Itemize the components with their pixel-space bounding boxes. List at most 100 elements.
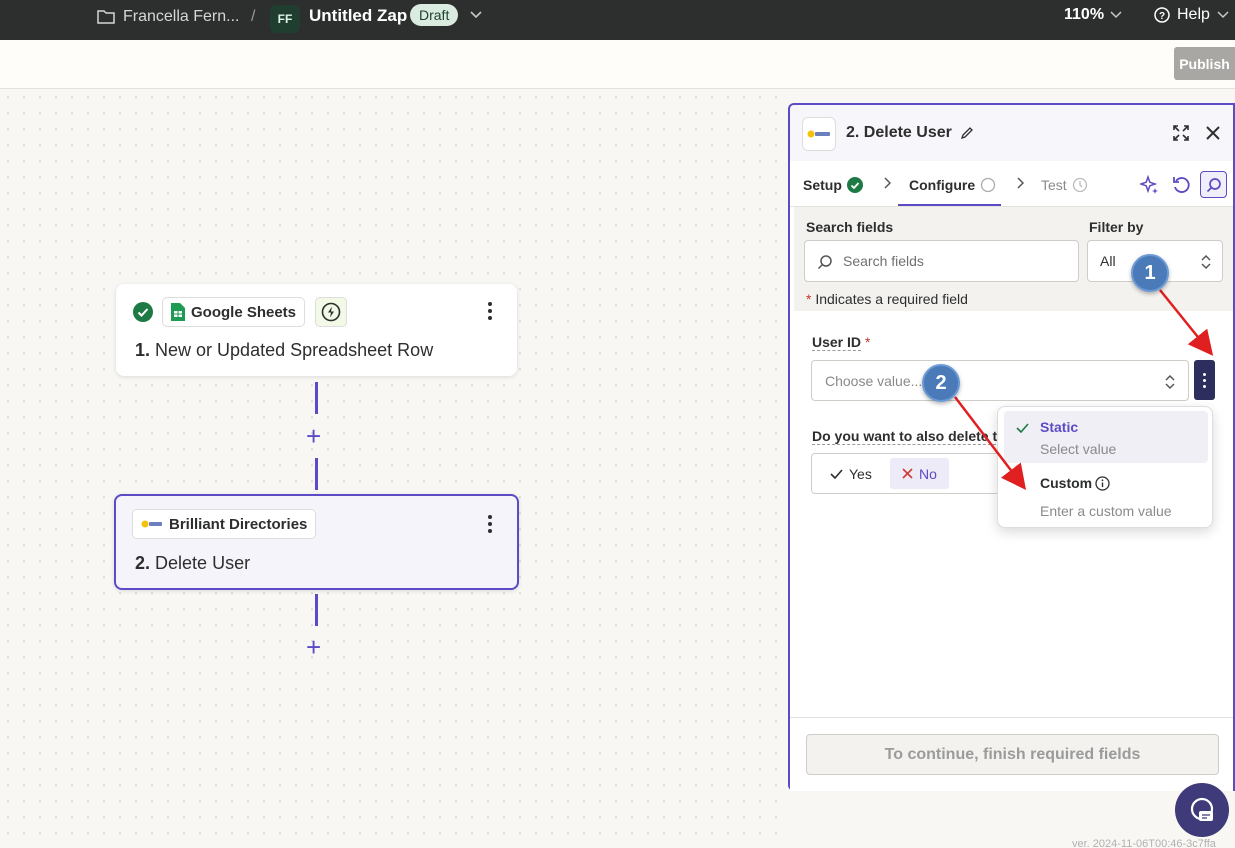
lightning-icon [321,302,341,322]
help-icon: ? [1154,7,1170,23]
delete-question-text: Do you want to also delete th [812,428,1006,444]
tab-configure[interactable]: Configure [909,177,996,193]
user-id-label: User ID [812,334,862,351]
pencil-icon[interactable] [960,126,974,140]
app-chip-brilliant-directories: Brilliant Directories [132,509,317,539]
add-step-button[interactable]: + [306,634,321,660]
search-input[interactable]: Search fields [804,240,1079,282]
help-label: Help [1177,6,1210,23]
chevron-updown-icon [1165,374,1175,390]
svg-text:?: ? [1159,11,1165,22]
brilliant-directories-logo-icon [807,130,830,138]
connector-line [315,458,318,490]
step-number: 2. [135,553,151,573]
user-id-label-text: User ID [812,334,862,350]
app-name: Brilliant Directories [169,515,308,533]
continue-button[interactable]: To continue, finish required fields [806,734,1219,775]
step-tabs: Setup Configure Test [790,161,1233,207]
breadcrumb-separator: / [251,8,256,25]
step-editor-panel: 2. Delete User Setup Configure Test Sear… [788,103,1235,791]
user-id-placeholder: Choose value... [825,372,923,389]
connector-line [315,382,318,414]
step-card-1[interactable]: Google Sheets 1. New or Updated Spreadsh… [116,284,517,376]
chevron-down-icon [1110,11,1122,19]
info-icon [1095,476,1110,491]
chat-support-icon [1190,797,1214,821]
step-menu-button[interactable] [480,511,500,537]
option-static[interactable]: Static Select value [1004,411,1208,463]
step-name: New or Updated Spreadsheet Row [155,340,434,360]
annotation-badge-2: 2 [922,364,960,402]
undo-icon[interactable] [1172,175,1190,195]
check-circle-icon [133,302,153,322]
zap-canvas[interactable] [0,89,790,848]
panel-footer: To continue, finish required fields [790,717,1233,791]
expand-icon[interactable] [1172,124,1190,142]
zap-title[interactable]: Untitled Zap [309,6,407,26]
chevron-down-icon [1217,11,1229,19]
yes-label: Yes [849,465,872,482]
folder-name: Francella Fern... [123,8,240,25]
zoom-level: 110% [1064,6,1105,23]
step-name: Delete User [155,553,251,573]
check-circle-icon [846,177,863,193]
support-chat-button[interactable] [1175,783,1229,837]
step-title: 1. New or Updated Spreadsheet Row [135,340,433,361]
option-title: Static [1040,419,1079,435]
brilliant-directories-logo-icon [141,520,162,528]
option-custom[interactable]: Custom Enter a custom value [1004,467,1208,525]
folder-breadcrumb[interactable]: Francella Fern... [97,8,239,26]
required-star: * [865,334,871,350]
yes-option[interactable]: Yes [818,458,884,489]
publish-button[interactable]: Publish [1174,47,1235,80]
tab-label: Setup [803,177,842,193]
filter-by-label: Filter by [1089,219,1144,235]
panel-header: 2. Delete User [790,105,1233,161]
zoom-control[interactable]: 110% [1064,6,1122,24]
step-card-2[interactable]: Brilliant Directories 2. Delete User [114,494,519,590]
check-icon [830,468,843,479]
app-name: Google Sheets [191,303,297,321]
app-logo [802,117,836,151]
value-type-dropdown: Static Select value Custom Enter a custo… [997,406,1213,528]
editor-toolbar: Publish [0,40,1235,89]
close-icon[interactable] [1206,126,1220,140]
chevron-right-icon [1017,177,1024,189]
search-icon [817,255,832,270]
chevron-right-icon [884,177,891,189]
field-options-button[interactable] [1194,360,1215,400]
connector-line [315,594,318,626]
option-title: Custom [1040,475,1093,491]
x-icon [902,468,913,479]
app-chip-google-sheets: Google Sheets [162,297,306,327]
required-note-text: Indicates a required field [815,291,968,307]
tab-test[interactable]: Test [1041,177,1088,193]
chevron-down-icon[interactable] [469,10,483,20]
step-number: 1. [135,340,151,360]
option-subtitle: Select value [1040,441,1117,457]
avatar: FF [270,5,300,33]
tab-setup[interactable]: Setup [803,177,863,193]
filter-value: All [1100,253,1116,269]
search-fields-label: Search fields [806,219,894,235]
sparkle-icon[interactable] [1140,175,1160,195]
annotation-badge-1: 1 [1131,254,1169,292]
delete-question-label: Do you want to also delete th [812,428,1006,445]
search-fields-toggle[interactable] [1200,171,1227,198]
empty-circle-icon [980,177,996,193]
required-star: * [806,291,812,307]
tab-label: Test [1041,177,1067,193]
version-text: ver. 2024-11-06T00:46-3c7ffa [1072,838,1216,848]
user-id-select[interactable]: Choose value... [811,360,1189,401]
required-field-note: * Indicates a required field [806,291,968,307]
clock-icon [1072,177,1087,193]
active-tab-indicator [898,204,1001,206]
add-step-button[interactable]: + [306,423,321,449]
status-badge: Draft [410,4,459,26]
tab-label: Configure [909,177,976,193]
step-menu-button[interactable] [480,298,500,324]
no-label: No [919,465,937,482]
help-menu[interactable]: ? Help [1154,6,1229,24]
panel-title[interactable]: 2. Delete User [846,124,952,142]
no-option[interactable]: No [890,458,949,489]
